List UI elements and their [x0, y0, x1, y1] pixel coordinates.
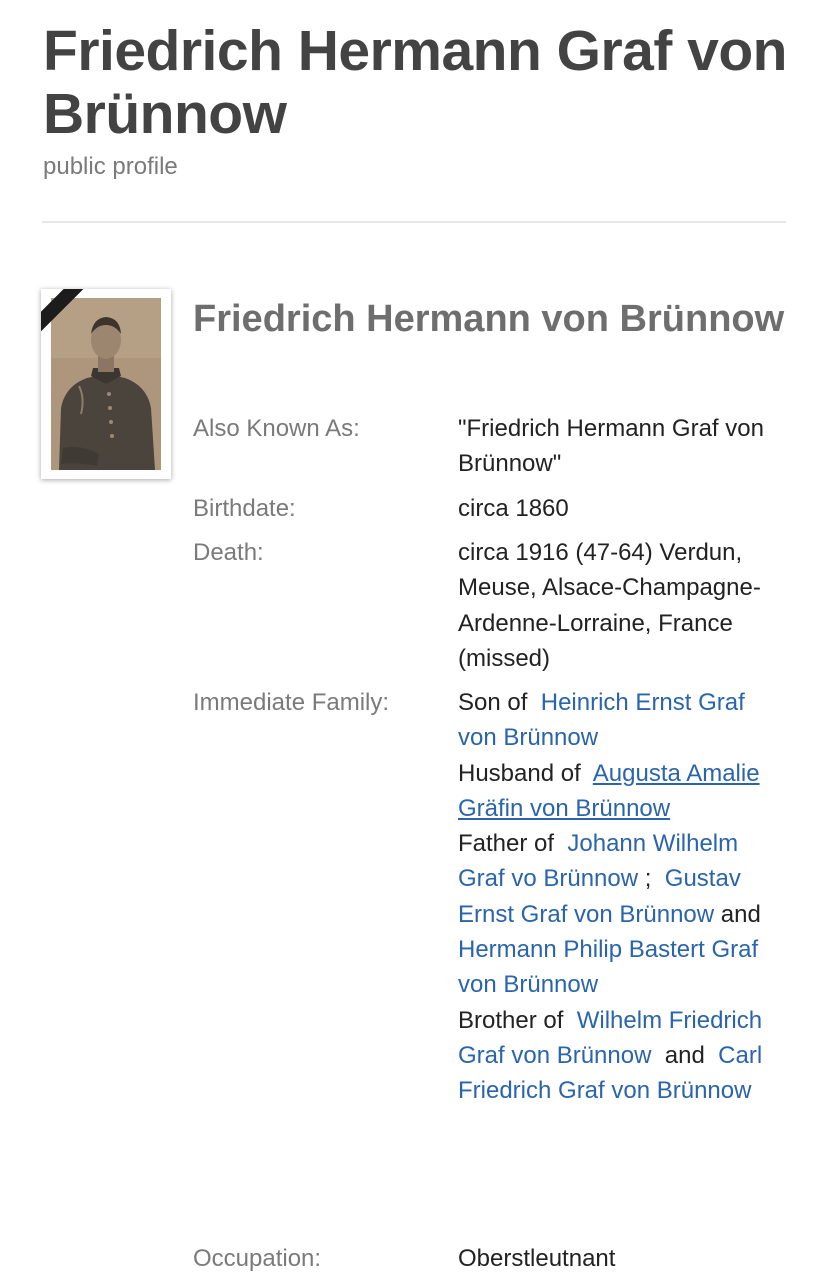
family-value: Son of Heinrich Ernst Graf von Brünnow H…: [458, 685, 788, 1109]
son-of-text: Son of: [458, 689, 528, 716]
husband-of-text: Husband of: [458, 759, 581, 787]
father-of-text: Father of: [458, 830, 555, 858]
aka-label: Also Known As:: [193, 415, 360, 442]
and-text: and: [720, 900, 761, 928]
birthdate-value: circa 1860: [458, 495, 569, 522]
birthdate-label: Birthdate:: [193, 495, 296, 522]
divider: [42, 221, 786, 223]
aka-value: "Friedrich Hermann Graf von Brünnow": [458, 415, 764, 478]
child-link-hermann[interactable]: Hermann Philip Bastert Graf von Brünnow: [458, 936, 758, 998]
and-text-2: and: [664, 1041, 705, 1069]
portrait-image: [51, 298, 161, 470]
page-subtitle: public profile: [43, 153, 178, 180]
children-separator: ;: [644, 865, 652, 893]
profile-name: Friedrich Hermann von Brünnow: [193, 298, 785, 340]
death-value: circa 1916 (47-64) Verdun, Meuse, Alsace…: [458, 539, 761, 672]
profile-photo[interactable]: [41, 289, 171, 479]
brother-of-text: Brother of: [458, 1006, 564, 1034]
occupation-label: Occupation:: [193, 1245, 322, 1272]
death-label: Death:: [193, 539, 264, 566]
page-header: Friedrich Hermann Graf von Brünnow publi…: [43, 20, 788, 182]
page-title: Friedrich Hermann Graf von Brünnow: [43, 19, 788, 146]
occupation-value: Oberstleutnant: [458, 1245, 616, 1272]
family-label: Immediate Family:: [193, 689, 390, 716]
